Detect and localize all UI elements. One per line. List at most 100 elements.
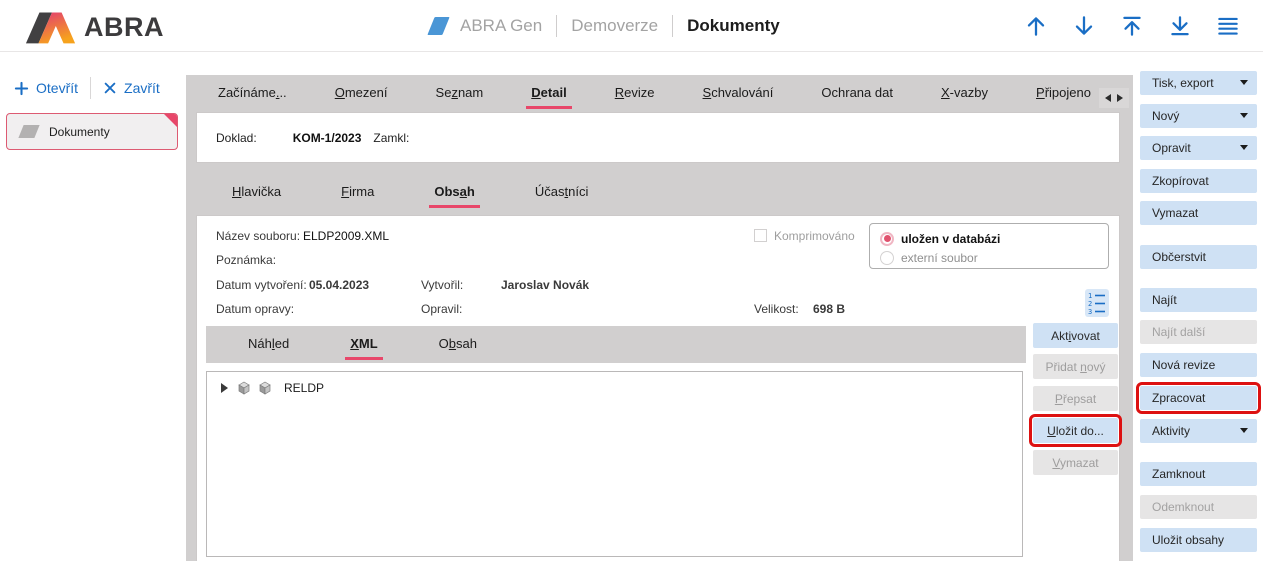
compressed-checkbox[interactable] bbox=[754, 229, 767, 242]
tab-revize[interactable]: Revize bbox=[613, 75, 657, 112]
scroll-right-icon[interactable] bbox=[1117, 94, 1123, 102]
pridat-novy-button[interactable]: Přidat nový bbox=[1033, 354, 1118, 379]
numbered-list-icon[interactable]: 1 2 3 bbox=[1085, 289, 1109, 317]
tab-obsah-inner[interactable]: Obsah bbox=[437, 326, 479, 363]
created-by-label: Vytvořil: bbox=[421, 278, 463, 292]
radio-label: externí soubor bbox=[901, 251, 978, 265]
tab-nahled[interactable]: Náhled bbox=[246, 326, 291, 363]
breadcrumb-separator bbox=[556, 15, 557, 37]
scroll-left-icon[interactable] bbox=[1105, 94, 1111, 102]
abra-gen-icon bbox=[427, 17, 449, 35]
abra-logo: ABRA bbox=[24, 9, 164, 45]
ulozit-obsahy-button[interactable]: Uložit obsahy bbox=[1140, 528, 1257, 552]
tab-detail[interactable]: Detail bbox=[529, 75, 568, 112]
page-title: Dokumenty bbox=[687, 16, 780, 36]
content-panel: Název souboru: ELDP2009.XML Komprimováno… bbox=[196, 215, 1120, 561]
radio-externi-soubor[interactable]: externí soubor bbox=[880, 248, 1108, 267]
action-panel: Tisk, export Nový Opravit Zkopírovat Vym… bbox=[1133, 53, 1263, 561]
dropdown-arrow-icon bbox=[1240, 145, 1248, 150]
size-label: Velikost: bbox=[754, 302, 799, 316]
app-header: ABRA ABRA Gen Demoverze Dokumenty bbox=[0, 0, 1263, 52]
open-module-label: Otevřít bbox=[36, 80, 78, 96]
arrow-down-icon[interactable] bbox=[1071, 13, 1097, 39]
vymazat-button[interactable]: Vymazat bbox=[1140, 201, 1257, 225]
size-value: 698 B bbox=[813, 302, 845, 316]
created-date-value: 05.04.2023 bbox=[309, 278, 369, 292]
zamkl-label: Zamkl: bbox=[373, 131, 409, 145]
close-icon bbox=[103, 81, 117, 95]
svg-text:3: 3 bbox=[1088, 308, 1092, 315]
file-name-label: Název souboru: bbox=[216, 229, 300, 243]
tab-schvalovani[interactable]: Schvalování bbox=[701, 75, 776, 112]
sidebar-item-dokumenty[interactable]: Dokumenty bbox=[6, 113, 178, 150]
tab-ochrana-dat[interactable]: Ochrana dat bbox=[819, 75, 895, 112]
sidebar-item-label: Dokumenty bbox=[49, 125, 110, 139]
nova-revize-button[interactable]: Nová revize bbox=[1140, 353, 1257, 377]
tab-obsah[interactable]: Obsah bbox=[432, 174, 476, 211]
doklad-value: KOM-1/2023 bbox=[293, 131, 362, 145]
xml-tree-panel: RELDP bbox=[206, 371, 1023, 557]
zamknout-button[interactable]: Zamknout bbox=[1140, 462, 1257, 486]
tab-zaciname[interactable]: Začínáme... bbox=[216, 75, 289, 112]
created-date-label: Datum vytvoření: bbox=[216, 278, 307, 292]
dropdown-arrow-icon bbox=[1240, 428, 1248, 433]
open-module-button[interactable]: Otevřít bbox=[14, 80, 78, 96]
tab-xml[interactable]: XML bbox=[348, 326, 379, 363]
module-icon bbox=[18, 125, 39, 138]
main-area: Začínáme... Omezení Seznam Detail Revize… bbox=[186, 75, 1133, 561]
created-by-value: Jaroslav Novák bbox=[501, 278, 589, 292]
tab-firma[interactable]: Firma bbox=[339, 174, 376, 211]
close-module-button[interactable]: Zavřít bbox=[103, 80, 160, 96]
tab-seznam[interactable]: Seznam bbox=[434, 75, 486, 112]
zkopirovat-button[interactable]: Zkopírovat bbox=[1140, 169, 1257, 193]
tab-scroll-buttons[interactable] bbox=[1099, 88, 1129, 108]
tree-node-label: RELDP bbox=[284, 381, 324, 395]
najit-dalsi-button[interactable]: Najít další bbox=[1140, 320, 1257, 344]
note-label: Poznámka: bbox=[216, 253, 276, 267]
radio-unselected-icon bbox=[880, 251, 894, 265]
obcerstvit-button[interactable]: Občerstvit bbox=[1140, 245, 1257, 269]
radio-selected-icon bbox=[880, 232, 894, 246]
dropdown-arrow-icon bbox=[1240, 113, 1248, 118]
arrow-to-bottom-icon[interactable] bbox=[1167, 13, 1193, 39]
tree-node-reldp[interactable]: RELDP bbox=[207, 372, 1022, 396]
svg-text:2: 2 bbox=[1088, 300, 1092, 308]
active-corner-badge bbox=[163, 113, 178, 128]
sidebar: Otevřít Zavřít Dokumenty bbox=[0, 53, 186, 561]
najit-button[interactable]: Najít bbox=[1140, 288, 1257, 312]
document-header-panel: Doklad: KOM-1/2023 Zamkl: bbox=[196, 112, 1120, 163]
arrow-to-top-icon[interactable] bbox=[1119, 13, 1145, 39]
doklad-label: Doklad: bbox=[216, 131, 257, 145]
abra-gen-window: ABRA ABRA Gen Demoverze Dokumenty bbox=[0, 0, 1263, 561]
close-module-label: Zavřít bbox=[124, 80, 160, 96]
tab-hlavicka[interactable]: Hlavička bbox=[230, 174, 283, 211]
dropdown-arrow-icon bbox=[1240, 80, 1248, 85]
aktivovat-button[interactable]: Aktivovat bbox=[1033, 323, 1118, 348]
expand-arrow-icon[interactable] bbox=[221, 383, 228, 393]
radio-ulozen-v-databazi[interactable]: uložen v databázi bbox=[880, 229, 1108, 248]
abra-logo-mark bbox=[24, 9, 78, 45]
aktivity-button[interactable]: Aktivity bbox=[1140, 419, 1257, 443]
header-actions bbox=[1023, 0, 1241, 52]
svg-text:1: 1 bbox=[1088, 292, 1092, 300]
detail-tab-strip: Hlavička Firma Obsah Účastníci bbox=[186, 172, 1133, 212]
tab-omezeni[interactable]: Omezení bbox=[333, 75, 390, 112]
breadcrumb-environment: Demoverze bbox=[571, 16, 658, 36]
breadcrumb-separator bbox=[672, 15, 673, 37]
prepsat-button[interactable]: Přepsat bbox=[1033, 386, 1118, 411]
tab-x-vazby[interactable]: X-vazby bbox=[939, 75, 990, 112]
vymazat-content-button[interactable]: Vymazat bbox=[1033, 450, 1118, 475]
zpracovat-button[interactable]: Zpracovat bbox=[1140, 386, 1257, 410]
tab-ucastnici[interactable]: Účastníci bbox=[533, 174, 590, 211]
modified-date-label: Datum opravy: bbox=[216, 302, 294, 316]
tisk-export-button[interactable]: Tisk, export bbox=[1140, 71, 1257, 95]
tab-pripojeno[interactable]: Připojeno bbox=[1034, 75, 1093, 112]
odemknout-button[interactable]: Odemknout bbox=[1140, 495, 1257, 519]
breadcrumb: ABRA Gen Demoverze Dokumenty bbox=[431, 0, 780, 52]
arrow-up-icon[interactable] bbox=[1023, 13, 1049, 39]
ulozit-do-button[interactable]: Uložit do... bbox=[1033, 418, 1118, 443]
menu-icon[interactable] bbox=[1215, 13, 1241, 39]
opravit-button[interactable]: Opravit bbox=[1140, 136, 1257, 160]
novy-button[interactable]: Nový bbox=[1140, 104, 1257, 128]
file-name-value: ELDP2009.XML bbox=[303, 229, 389, 243]
